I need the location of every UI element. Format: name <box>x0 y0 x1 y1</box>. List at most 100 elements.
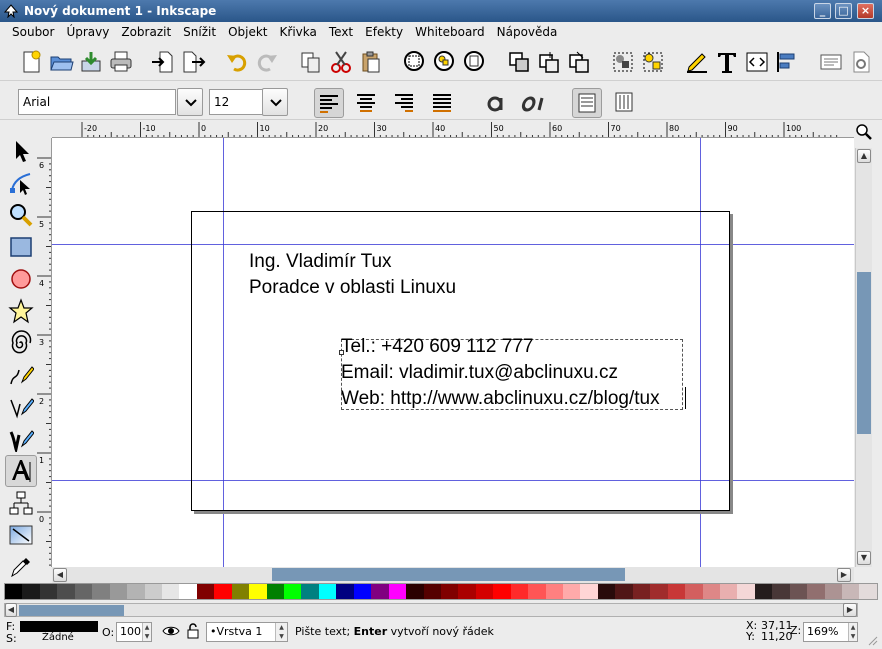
connector-tool-icon[interactable] <box>8 490 34 516</box>
unlink-clone-icon[interactable] <box>566 49 592 75</box>
color-swatch[interactable] <box>510 584 529 599</box>
color-swatch[interactable] <box>563 584 581 599</box>
color-swatch[interactable] <box>353 584 372 599</box>
color-swatch[interactable] <box>179 584 197 599</box>
minimize-button[interactable]: _ <box>814 3 831 19</box>
align-left-button[interactable] <box>314 88 344 118</box>
font-size-input[interactable]: 12 <box>209 89 263 115</box>
color-swatch[interactable] <box>144 584 162 599</box>
print-icon[interactable] <box>108 49 134 75</box>
color-swatch[interactable] <box>754 584 773 599</box>
color-swatch[interactable] <box>667 584 686 599</box>
menu-upravy[interactable]: Úpravy <box>60 22 115 42</box>
maximize-button[interactable]: □ <box>835 3 852 19</box>
import-icon[interactable] <box>150 49 176 75</box>
menu-soubor[interactable]: Soubor <box>6 22 60 42</box>
color-swatch[interactable] <box>423 584 441 599</box>
color-swatch[interactable] <box>772 584 790 599</box>
color-swatch[interactable] <box>284 584 302 599</box>
menu-efekty[interactable]: Efekty <box>359 22 409 42</box>
clone-icon[interactable] <box>536 49 562 75</box>
color-swatch[interactable] <box>161 584 180 599</box>
spin-arrows-icon[interactable]: ▲ ▼ <box>848 623 857 641</box>
palette-scrollbar[interactable]: ◀ <box>4 603 858 617</box>
color-swatch[interactable] <box>789 584 808 599</box>
color-swatch[interactable] <box>632 584 651 599</box>
web-text[interactable]: Web: http://www.abclinuxu.cz/blog/tux <box>341 386 660 412</box>
zoom-tool-icon[interactable] <box>8 202 34 228</box>
scroll-left-button[interactable]: ◀ <box>53 568 67 582</box>
color-swatch[interactable] <box>336 584 354 599</box>
horizontal-ruler[interactable]: -20 -10 0 10 20 30 40 50 60 70 80 90 100 <box>52 122 854 138</box>
drawing-canvas[interactable]: Ing. Vladimír Tux Poradce v oblasti Linu… <box>52 138 854 567</box>
email-text[interactable]: Email: vladimir.tux@abclinuxu.cz <box>341 360 618 386</box>
fill-indicator[interactable] <box>20 621 98 632</box>
color-swatch[interactable] <box>440 584 459 599</box>
menu-napoveda[interactable]: Nápověda <box>491 22 564 42</box>
color-swatch[interactable] <box>597 584 616 599</box>
save-icon[interactable] <box>78 49 104 75</box>
color-swatch[interactable] <box>74 584 93 599</box>
eye-icon[interactable] <box>162 624 180 638</box>
dropper-tool-icon[interactable] <box>8 554 34 580</box>
color-swatch[interactable] <box>214 584 232 599</box>
palette-scroll-right-button[interactable]: ▶ <box>843 603 857 617</box>
color-swatch[interactable] <box>545 584 563 599</box>
zoom-selection-icon[interactable] <box>402 49 428 75</box>
color-swatch[interactable] <box>615 584 633 599</box>
scroll-right-button[interactable]: ▶ <box>837 568 851 582</box>
menu-objekt[interactable]: Objekt <box>222 22 273 42</box>
color-swatch[interactable] <box>371 584 389 599</box>
preferences-icon[interactable] <box>848 49 874 75</box>
layer-selector[interactable]: •Vrstva 1 ▲ ▼ <box>206 622 288 642</box>
align-right-button[interactable] <box>390 88 420 118</box>
text-font-icon[interactable] <box>714 49 740 75</box>
vertical-scrollbar[interactable]: ▲ ▼ <box>855 148 872 567</box>
color-swatch[interactable] <box>859 584 877 599</box>
color-swatch[interactable] <box>196 584 215 599</box>
calligraphy-tool-icon[interactable] <box>8 426 34 452</box>
tel-text[interactable]: Tel.: +420 609 112 777 <box>341 334 533 360</box>
color-swatch[interactable] <box>92 584 110 599</box>
cut-icon[interactable] <box>328 49 354 75</box>
undo-icon[interactable] <box>224 49 250 75</box>
color-swatch[interactable] <box>127 584 145 599</box>
vertical-scroll-thumb[interactable] <box>857 272 871 434</box>
spiral-tool-icon[interactable] <box>8 330 34 356</box>
scroll-up-button[interactable]: ▲ <box>857 149 871 163</box>
selector-tool-icon[interactable] <box>8 138 34 164</box>
color-swatch[interactable] <box>57 584 75 599</box>
node-tool-icon[interactable] <box>8 170 34 196</box>
color-swatch[interactable] <box>719 584 738 599</box>
pen-tool-icon[interactable] <box>8 394 34 420</box>
color-swatch[interactable] <box>475 584 494 599</box>
duplicate-icon[interactable] <box>506 49 532 75</box>
color-swatch[interactable] <box>266 584 284 599</box>
align-center-button[interactable] <box>352 88 382 118</box>
export-icon[interactable] <box>180 49 206 75</box>
color-swatch[interactable] <box>22 584 40 599</box>
color-swatch[interactable] <box>5 584 23 599</box>
resize-grip-icon[interactable] <box>866 634 878 646</box>
menu-krivka[interactable]: Křivka <box>274 22 323 42</box>
color-swatch[interactable] <box>702 584 720 599</box>
opacity-spinbox[interactable]: 100 ▲ ▼ <box>116 622 152 642</box>
star-tool-icon[interactable] <box>8 298 34 324</box>
color-swatch[interactable] <box>109 584 128 599</box>
spin-arrows-icon[interactable]: ▲ ▼ <box>142 623 151 641</box>
color-swatch[interactable] <box>39 584 58 599</box>
redo-icon[interactable] <box>254 49 280 75</box>
menu-zobrazit[interactable]: Zobrazit <box>115 22 177 42</box>
color-swatch[interactable] <box>388 584 407 599</box>
palette-scroll-left-button[interactable]: ◀ <box>5 603 17 617</box>
horizontal-text-button[interactable] <box>572 88 602 118</box>
group-icon[interactable] <box>610 49 636 75</box>
color-swatch[interactable] <box>580 584 598 599</box>
align-distribute-icon[interactable] <box>774 49 800 75</box>
ellipse-tool-icon[interactable] <box>8 266 34 292</box>
color-swatch[interactable] <box>824 584 842 599</box>
horizontal-scroll-thumb[interactable] <box>272 568 625 581</box>
palette-scroll-thumb[interactable] <box>19 605 124 616</box>
open-folder-icon[interactable] <box>48 49 74 75</box>
color-swatch[interactable] <box>458 584 476 599</box>
